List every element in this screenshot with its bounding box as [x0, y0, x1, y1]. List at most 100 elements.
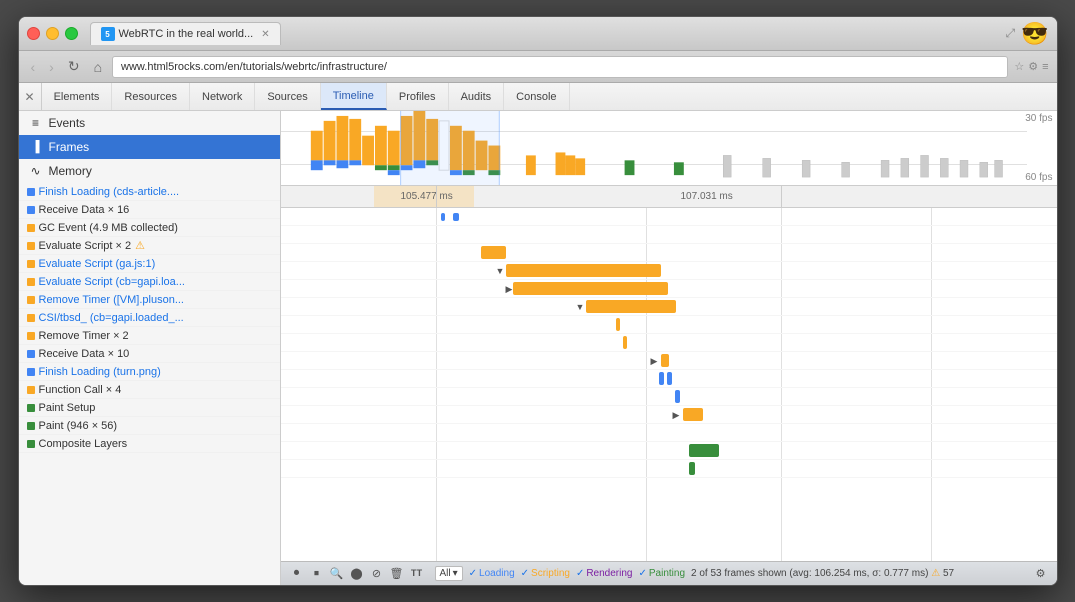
event-color: [27, 314, 35, 322]
tab-console[interactable]: Console: [504, 83, 569, 110]
list-item[interactable]: Receive Data × 16: [19, 201, 280, 219]
address-icons: ☆ ⚙ ≡: [1014, 60, 1048, 73]
sidebar: Events Frames Memory Finish Loading (cds…: [19, 111, 281, 585]
sidebar-item-events[interactable]: Events: [19, 111, 280, 135]
event-color: [27, 350, 35, 358]
title-bar: 5 WebRTC in the real world... ✕ ⤢ 😎: [19, 17, 1057, 51]
minimize-button[interactable]: [46, 27, 59, 40]
list-item[interactable]: Remove Timer ([VM].pluson...: [19, 291, 280, 309]
filter-scripting[interactable]: ✓ Scripting: [521, 568, 570, 579]
scripting-checkmark: ✓: [521, 568, 529, 579]
devtools-close-button[interactable]: ✕: [19, 83, 42, 110]
text-icon[interactable]: 𝐓𝐓: [409, 566, 425, 582]
painting-label: Painting: [649, 568, 685, 579]
list-item[interactable]: Paint (946 × 56): [19, 417, 280, 435]
resize-icon[interactable]: ⤢: [1005, 26, 1015, 41]
scripting-label: Scripting: [531, 568, 570, 579]
bookmark-icon[interactable]: ☆: [1014, 60, 1024, 73]
event-label: Remove Timer × 2: [39, 330, 129, 342]
event-label: Evaluate Script (ga.js:1): [39, 258, 156, 270]
record-bar: [667, 372, 672, 385]
filter-all-dropdown[interactable]: All ▾: [435, 566, 463, 581]
stop-recording-icon[interactable]: ⊘: [369, 566, 385, 582]
event-label: Finish Loading (cds-article....: [39, 186, 180, 198]
tab-profiles[interactable]: Profiles: [387, 83, 449, 110]
rendering-checkmark: ✓: [576, 568, 584, 579]
list-item[interactable]: Paint Setup: [19, 399, 280, 417]
sidebar-frames-label: Frames: [49, 140, 90, 154]
events-list: Finish Loading (cds-article.... Receive …: [19, 183, 280, 585]
event-color: [27, 440, 35, 448]
filter-painting[interactable]: ✓ Painting: [638, 568, 685, 579]
menu-icon[interactable]: ≡: [1042, 61, 1048, 73]
event-color: [27, 296, 35, 304]
record-icon[interactable]: ⏺: [289, 566, 305, 582]
event-color: [27, 368, 35, 376]
list-item[interactable]: Evaluate Script (cb=gapi.loa...: [19, 273, 280, 291]
home-button[interactable]: ⌂: [90, 57, 106, 77]
status-bar: ⏺ ⏹ 🔍 ⬤ ⊘ 🗑 𝐓𝐓 All ▾ ✓ Loading ✓: [281, 561, 1057, 585]
events-icon: [29, 116, 43, 130]
list-item[interactable]: Evaluate Script × 2 ⚠: [19, 237, 280, 255]
forward-button[interactable]: ›: [45, 57, 58, 77]
frames-svg: [281, 111, 1057, 185]
tab-sources[interactable]: Sources: [255, 83, 320, 110]
window-controls: ⤢ 😎: [1005, 21, 1048, 47]
record-row: [281, 208, 1057, 226]
tab-network[interactable]: Network: [190, 83, 255, 110]
tab-resources[interactable]: Resources: [112, 83, 190, 110]
browser-window: 5 WebRTC in the real world... ✕ ⤢ 😎 ‹ › …: [18, 16, 1058, 586]
maximize-button[interactable]: [65, 27, 78, 40]
sidebar-item-memory[interactable]: Memory: [19, 159, 280, 183]
user-avatar: 😎: [1021, 21, 1048, 47]
filter-loading[interactable]: ✓ Loading: [469, 568, 515, 579]
list-item[interactable]: Composite Layers: [19, 435, 280, 453]
event-label: CSI/tbsd_ (cb=gapi.loaded_...: [39, 312, 184, 324]
address-bar: ‹ › ↻ ⌂ www.html5rocks.com/en/tutorials/…: [19, 51, 1057, 83]
filter-icon[interactable]: ⬤: [349, 566, 365, 582]
event-label: Paint (946 × 56): [39, 420, 118, 432]
list-item[interactable]: Receive Data × 10: [19, 345, 280, 363]
settings-icon[interactable]: ⚙: [1033, 566, 1049, 582]
status-warning-icon: ⚠: [931, 568, 940, 579]
url-input[interactable]: www.html5rocks.com/en/tutorials/webrtc/i…: [112, 56, 1008, 78]
list-item[interactable]: Finish Loading (cds-article....: [19, 183, 280, 201]
event-label: Evaluate Script × 2: [39, 240, 132, 252]
back-button[interactable]: ‹: [27, 57, 40, 77]
list-item[interactable]: GC Event (4.9 MB collected): [19, 219, 280, 237]
frames-status-text: 2 of 53 frames shown (avg: 106.254 ms, σ…: [691, 568, 1026, 579]
search-icon[interactable]: 🔍: [329, 566, 345, 582]
event-color: [27, 422, 35, 430]
event-color: [27, 206, 35, 214]
sidebar-item-frames[interactable]: Frames: [19, 135, 280, 159]
ruler-line-2: [781, 186, 782, 207]
extensions-icon[interactable]: ⚙: [1028, 60, 1038, 73]
filter-rendering[interactable]: ✓ Rendering: [576, 568, 633, 579]
reload-button[interactable]: ↻: [64, 56, 84, 77]
tab-favicon: 5: [101, 27, 115, 41]
list-item[interactable]: Evaluate Script (ga.js:1): [19, 255, 280, 273]
clear-icon[interactable]: 🗑: [389, 566, 405, 582]
list-item[interactable]: CSI/tbsd_ (cb=gapi.loaded_...: [19, 309, 280, 327]
tab-elements[interactable]: Elements: [42, 83, 113, 110]
tab-title: WebRTC in the real world...: [119, 28, 254, 40]
tab-timeline[interactable]: Timeline: [321, 83, 387, 110]
list-item[interactable]: Finish Loading (turn.png): [19, 363, 280, 381]
browser-tab[interactable]: 5 WebRTC in the real world... ✕: [90, 22, 281, 45]
record-row: [281, 334, 1057, 352]
close-button[interactable]: [27, 27, 40, 40]
devtools-toolbar: ✕ Elements Resources Network Sources Tim…: [19, 83, 1057, 111]
stop-icon[interactable]: ⏹: [309, 566, 325, 582]
record-bar: [689, 462, 695, 475]
list-item[interactable]: Function Call × 4: [19, 381, 280, 399]
record-row: ▶: [281, 352, 1057, 370]
tab-audits[interactable]: Audits: [449, 83, 505, 110]
record-row: ▶: [281, 280, 1057, 298]
dropdown-chevron: ▾: [453, 568, 458, 579]
record-bar: [513, 282, 668, 295]
event-label: Remove Timer ([VM].pluson...: [39, 294, 185, 306]
timeline-records[interactable]: ▼ ▶ ▼: [281, 208, 1057, 561]
list-item[interactable]: Remove Timer × 2: [19, 327, 280, 345]
record-bar: [441, 213, 445, 221]
tab-close-icon[interactable]: ✕: [261, 29, 269, 40]
